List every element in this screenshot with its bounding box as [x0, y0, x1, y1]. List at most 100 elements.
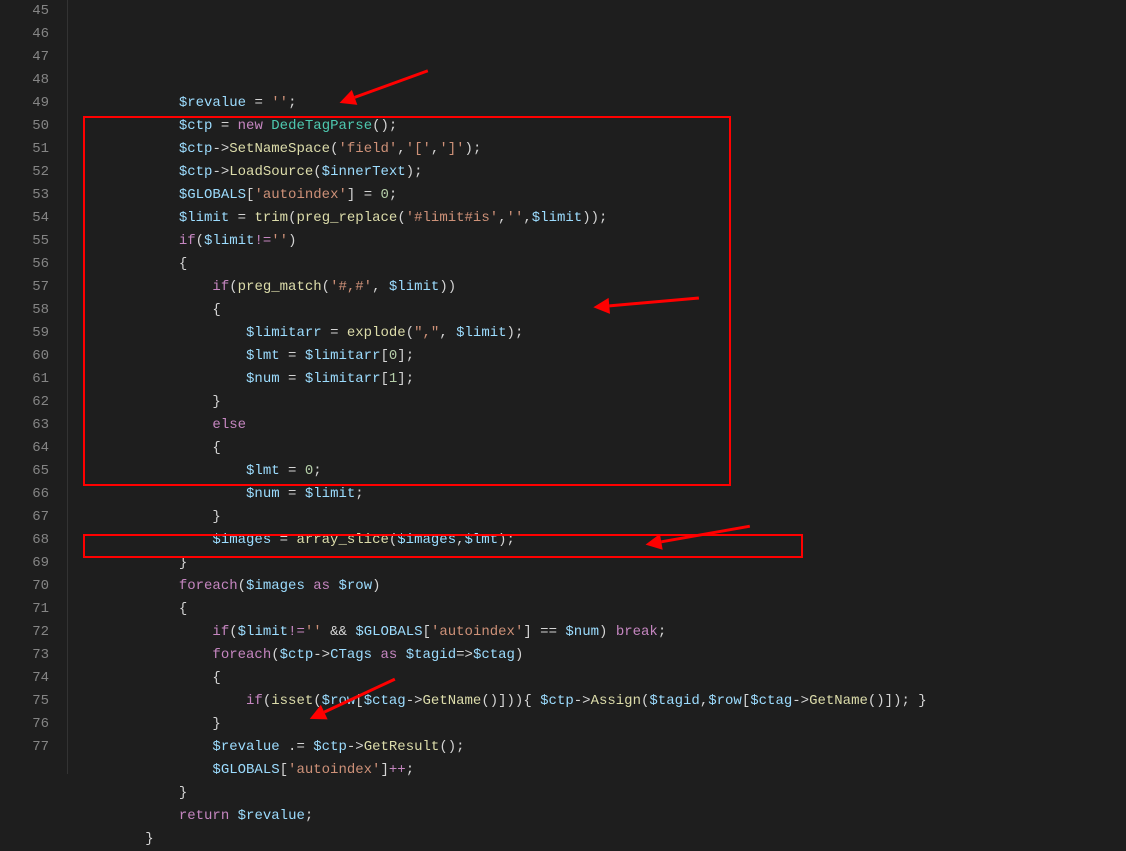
token-p: -> [313, 647, 330, 663]
code-line: } [78, 713, 1126, 736]
token-f: preg_replace [296, 210, 397, 226]
token-neq: ++ [389, 762, 406, 778]
token-f: array_slice [296, 532, 388, 548]
token-v: $limitarr [246, 325, 322, 341]
token-v: $limit [305, 486, 355, 502]
token-p [355, 187, 363, 203]
token-p [296, 486, 304, 502]
token-f: GetName [809, 693, 868, 709]
token-o: && [330, 624, 347, 640]
line-number: 77 [10, 736, 49, 759]
token-p: -> [406, 693, 423, 709]
token-k: break [616, 624, 658, 640]
token-v: $tagid [649, 693, 699, 709]
token-o: = [280, 532, 288, 548]
token-p [305, 578, 313, 594]
code-line: $ctp = new DedeTagParse(); [78, 115, 1126, 138]
token-p: ] [523, 624, 531, 640]
token-p: -> [574, 693, 591, 709]
token-p: => [456, 647, 473, 663]
token-o: = [221, 118, 229, 134]
code-line: $GLOBALS['autoindex'] = 0; [78, 184, 1126, 207]
token-v: $ctag [364, 693, 406, 709]
token-p: ; [658, 624, 666, 640]
token-neq: != [288, 624, 305, 640]
token-p: ()]); } [868, 693, 927, 709]
line-number: 47 [10, 46, 49, 69]
token-p: (); [439, 739, 464, 755]
token-p [397, 647, 405, 663]
token-p: ( [406, 325, 414, 341]
token-k: if [212, 624, 229, 640]
token-n: 0 [381, 187, 389, 203]
token-p [322, 624, 330, 640]
code-line: $limitarr = explode(",", $limit); [78, 322, 1126, 345]
token-p: ; [355, 486, 363, 502]
token-s: '#limit#is' [406, 210, 498, 226]
token-v: $row [322, 693, 356, 709]
code-line: } [78, 552, 1126, 575]
token-v: $ctp [179, 118, 213, 134]
token-p: ( [322, 279, 330, 295]
token-v: $ctp [179, 164, 213, 180]
token-v: $limit [238, 624, 288, 640]
token-p [280, 463, 288, 479]
token-p: ) [372, 578, 380, 594]
token-p: ; [406, 762, 414, 778]
token-p: ); [406, 164, 423, 180]
token-p [271, 532, 279, 548]
token-v: $num [246, 371, 280, 387]
token-v: $ctp [540, 693, 574, 709]
line-number: 66 [10, 483, 49, 506]
token-p: } [179, 555, 187, 571]
token-p [280, 486, 288, 502]
token-o: = [364, 187, 372, 203]
token-k: return [179, 808, 229, 824]
code-line: $revalue = ''; [78, 92, 1126, 115]
token-s: '' [305, 624, 322, 640]
token-p [229, 808, 237, 824]
token-p [296, 463, 304, 479]
code-line: $GLOBALS['autoindex']++; [78, 759, 1126, 782]
token-v: $revalue [212, 739, 279, 755]
token-v: $images [397, 532, 456, 548]
token-p: ; [305, 808, 313, 824]
token-k: foreach [212, 647, 271, 663]
line-number-gutter: 4546474849505152535455565758596061626364… [0, 0, 68, 774]
code-line: $num = $limit; [78, 483, 1126, 506]
line-number: 61 [10, 368, 49, 391]
line-number: 52 [10, 161, 49, 184]
token-p: ; [313, 463, 321, 479]
code-area[interactable]: $revalue = ''; $ctp = new DedeTagParse()… [68, 0, 1126, 774]
token-v: $images [212, 532, 271, 548]
line-number: 58 [10, 299, 49, 322]
token-p [305, 739, 313, 755]
token-p [296, 371, 304, 387]
code-line: { [78, 667, 1126, 690]
token-p: } [212, 394, 220, 410]
token-c: DedeTagParse [271, 118, 372, 134]
token-p: ( [229, 279, 237, 295]
token-p: ) [599, 624, 616, 640]
token-v: $images [246, 578, 305, 594]
token-p: , [372, 279, 389, 295]
token-v: $limit [179, 210, 229, 226]
token-o: == [540, 624, 557, 640]
token-p: ); [507, 325, 524, 341]
line-number: 46 [10, 23, 49, 46]
token-p: ); [465, 141, 482, 157]
token-p: ( [229, 624, 237, 640]
token-f: explode [347, 325, 406, 341]
token-p: [ [380, 348, 388, 364]
code-editor[interactable]: 4546474849505152535455565758596061626364… [0, 0, 1126, 774]
token-v: $lmt [246, 348, 280, 364]
token-v: $num [246, 486, 280, 502]
code-line: { [78, 299, 1126, 322]
code-line: if($limit!='') [78, 230, 1126, 253]
token-p: ( [196, 233, 204, 249]
code-line: $ctp->LoadSource($innerText); [78, 161, 1126, 184]
token-v: $limit [389, 279, 439, 295]
code-line: foreach($ctp->CTags as $tagid=>$ctag) [78, 644, 1126, 667]
token-v: $row [708, 693, 742, 709]
token-p [229, 210, 237, 226]
